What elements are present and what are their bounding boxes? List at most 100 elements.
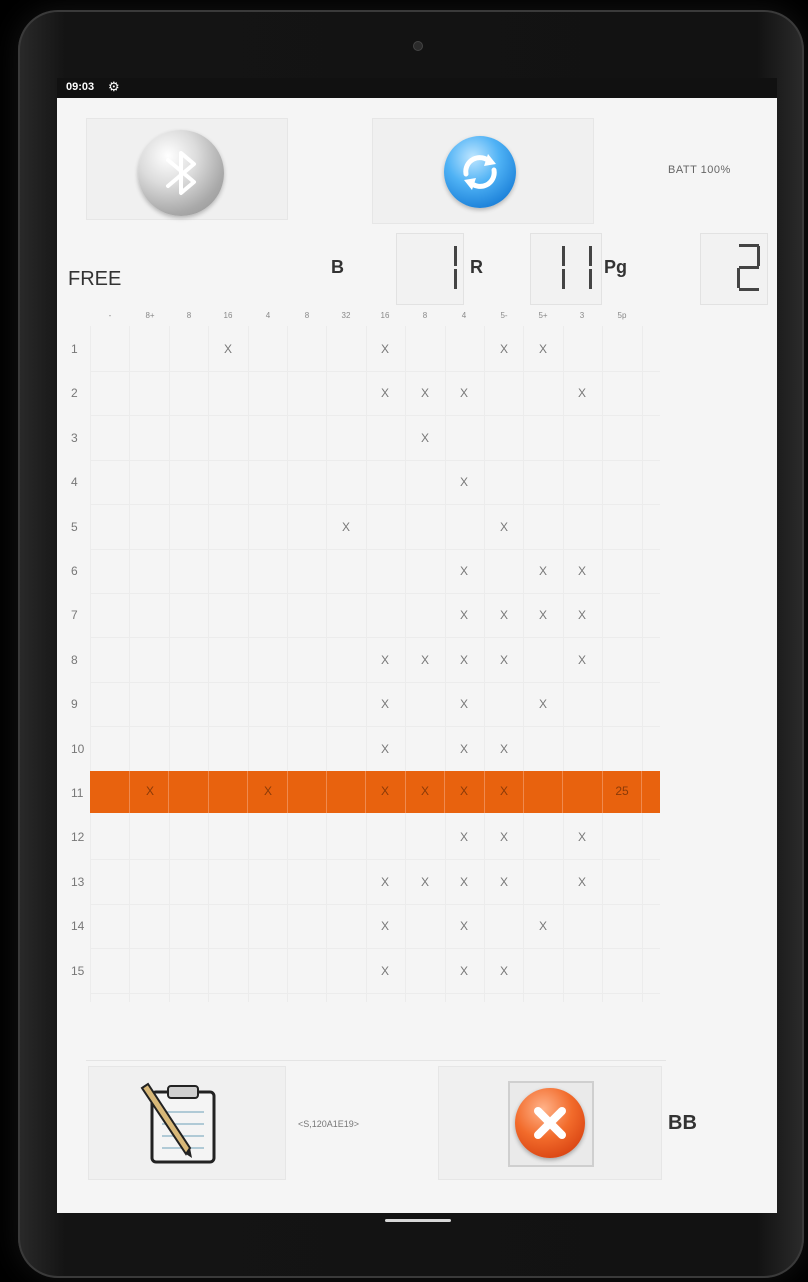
grid-line [90,726,660,728]
row-number: 9 [71,697,78,712]
pitch-mark: X [577,386,586,401]
grid-line [523,326,525,1002]
grid-line [90,681,660,683]
row-number: 2 [71,386,78,401]
clipboard-icon [140,1082,216,1164]
pitch-mark: X [223,342,232,356]
pitch-mark: X [538,342,547,356]
grid-line [90,903,660,905]
digit-segment [739,266,759,269]
pitch-mark: X [380,741,389,756]
digit-segment [737,268,740,288]
column-header: 8 [422,311,428,320]
table-cell [563,771,603,813]
grid-line [168,326,170,1002]
pitch-mark: X [577,874,586,889]
table-cell [169,771,209,813]
grid-line [90,415,660,417]
pitch-mark: X [499,608,508,623]
pg-label: Pg [604,257,628,277]
digit-segment [739,244,759,247]
mode-label: FREE [68,268,122,290]
grid-line [326,326,328,1002]
grid-line [90,504,660,506]
grid-line [90,948,660,950]
grid-line [129,326,131,1002]
grid-line [90,326,91,1002]
pitch-mark: X [420,874,429,889]
r-label: R [470,257,483,277]
digit-segment [589,269,592,289]
pitch-mark: X [499,963,508,978]
digit-segment [739,288,759,291]
row-total: 25 [615,784,629,798]
grid-line [208,326,210,1002]
row-number: 12 [71,830,85,845]
row-number: 11 [71,786,84,800]
row-number: 10 [71,741,85,756]
grid-line [90,459,660,461]
digit-segment [454,269,457,289]
grid-line [365,326,367,1002]
front-camera [413,41,423,51]
row-number: 3 [71,430,78,445]
selected-row[interactable]: X X X X X X 25 [90,771,660,813]
pitch-mark: X [577,608,586,623]
device-code: <S,120A1E19> [298,1119,360,1129]
pitch-mark: X [380,697,389,712]
pitch-mark: X [341,519,350,534]
row-number: 6 [71,564,78,578]
bluetooth-icon [166,151,196,195]
table-cell [326,771,367,813]
pitch-mark: X [538,919,547,934]
pitch-mark: X [459,652,468,667]
b-label: B [331,257,344,277]
grid-line [247,326,249,1002]
grid-line [602,326,604,1002]
row-number: 15 [71,963,85,978]
pitch-mark: X [459,475,468,490]
pitch-mark: X [459,874,468,889]
table-cell [208,771,249,813]
column-header: 5p [617,311,627,320]
grid-line [90,637,660,639]
pitch-mark: X [380,919,389,934]
grid-line [90,371,660,372]
grid-line [405,326,407,1002]
pitch-mark: X [499,519,508,534]
grid-line [90,859,660,861]
pitch-mark: X [380,784,389,798]
grid-line [90,593,660,594]
status-bar [57,78,777,98]
pitch-mark: X [499,741,508,756]
pitch-mark: X [420,386,429,401]
pitch-mark: X [499,652,508,667]
pitch-mark: X [459,386,468,401]
pitch-mark: X [380,963,389,978]
home-indicator[interactable] [385,1219,451,1222]
row-number: 14 [71,919,85,934]
footer-divider [86,1060,666,1061]
grid-line [90,548,660,550]
pitch-mark: X [459,919,468,934]
pitch-mark: X [459,564,468,578]
grid-line [641,326,643,1002]
grid-line [287,326,288,1002]
pitch-mark: X [380,874,389,889]
bb-label: BB [668,1112,697,1134]
table-cell [90,771,130,813]
column-header: 4 [265,311,271,320]
pitch-mark: X [380,342,389,356]
pitch-mark: X [420,430,429,445]
row-number: 1 [71,342,78,356]
table-cell [523,771,564,813]
grid-line [562,326,564,1002]
column-header: 16 [380,311,390,320]
cancel-icon [534,1107,566,1139]
pitch-mark: X [459,784,468,798]
pitch-mark: X [538,697,547,712]
column-header: 5+ [538,311,548,320]
pitch-mark: X [538,608,547,623]
pitch-mark: X [380,652,389,667]
table-cell [287,771,327,813]
